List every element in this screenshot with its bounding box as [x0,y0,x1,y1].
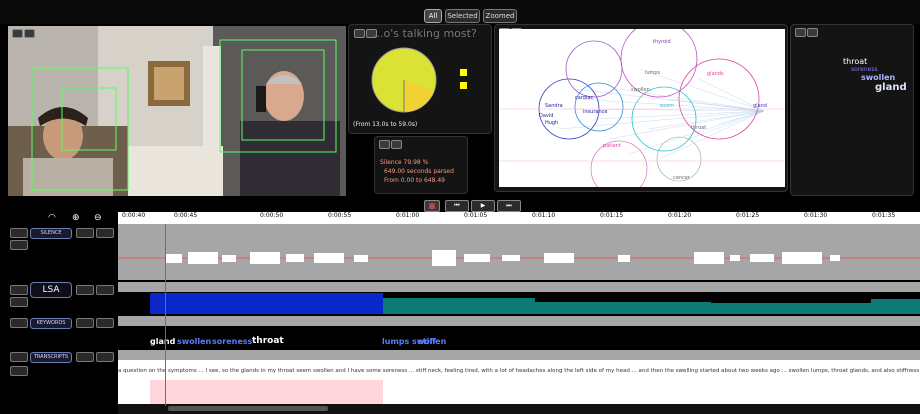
ruler-tick: 0:00:55 [328,212,352,219]
keywords-ruler [118,316,920,326]
node-thyroid: thyroid [653,39,671,45]
node-sandra: Sandra [545,103,563,109]
transcript-highlight [150,380,383,404]
ruler-tick: 0:01:20 [668,212,692,219]
lsa-collapse-icon[interactable] [10,297,28,307]
ruler-tick: 0:01:15 [600,212,624,219]
track-label-lsa[interactable]: LSA [30,282,72,298]
silence-expand-icon[interactable] [10,228,28,238]
ruler-tick: 0:01:30 [804,212,828,219]
node-patient: patient [603,143,621,149]
wordcloud-panel: throat soreness swollen gland [790,24,914,196]
kw-soreness: soreness [212,337,253,346]
cloud-word-gland: gland [875,82,907,93]
node-swollen: swollen [631,87,650,93]
track-label-silence[interactable]: SILENCE [30,228,72,239]
ruler-tick: 0:01:10 [532,212,556,219]
kw-swollen: swollen [177,337,212,346]
lsa-expand-icon[interactable] [10,285,28,295]
silence-ruler [118,224,920,234]
ruler-tick: 0:01:35 [872,212,896,219]
ruler-tick: 0:00:50 [260,212,284,219]
keywords-lock-icon[interactable] [76,318,94,328]
transcripts-eye-icon[interactable] [96,352,114,362]
node-insurance: insurance [583,109,608,115]
lsa-lock-icon[interactable] [76,285,94,295]
transcripts-lock-icon[interactable] [76,352,94,362]
reset-zoom-icon[interactable]: ◠ [48,213,56,223]
playhead[interactable] [165,224,166,406]
node-glands: glands [707,71,724,77]
keywords-eye-icon[interactable] [96,318,114,328]
transcripts-ruler [118,350,920,360]
talk-title: ...o's talking most? [373,27,477,40]
cloud-word-throat: throat [843,57,868,66]
transcripts-expand-icon[interactable] [10,352,28,362]
keywords-expand-icon[interactable] [10,318,28,328]
silence-lock-icon[interactable] [76,228,94,238]
track-label-keywords[interactable]: KEYWORDS [30,318,72,329]
node-hugh: Hugh [545,120,559,126]
kw-gland: gland [150,337,176,346]
view-selected-button[interactable]: Selected [445,9,480,23]
track-label-transcripts[interactable]: TRANSCRIPTS [30,352,72,363]
scrollbar-thumb[interactable] [168,406,328,411]
view-all-button[interactable]: All [424,9,442,23]
network-graph [499,29,785,187]
silence-collapse-icon[interactable] [10,240,28,250]
talk-pie-chart [371,47,437,113]
ruler-tick: 0:01:05 [464,212,488,219]
video-frame [8,26,346,196]
zoom-out-icon[interactable]: ⊖ [94,213,102,223]
node-cardiac: cardiac [575,95,594,101]
record-button[interactable]: ▦ [424,200,440,212]
silence-percent: Silence 79.98 % [380,159,429,166]
zoom-in-icon[interactable]: ⊕ [72,213,80,223]
silence-range: From 0.00 to 648.49 [384,177,445,184]
play-button[interactable]: ▶ [471,200,495,212]
silence-next-icon[interactable] [391,140,402,149]
ruler-tick: 0:01:25 [736,212,760,219]
silence-eye-icon[interactable] [96,228,114,238]
silence-waveform [118,234,920,280]
silence-prev-icon[interactable] [379,140,390,149]
lsa-bars [118,292,920,314]
wordcloud-prev-icon[interactable] [795,28,806,37]
kw-lumps-swollen: lumps swollen [382,337,447,346]
lsa-ruler [118,282,920,292]
kw-stiff: stiff [418,337,436,346]
view-zoomed-button[interactable]: Zoomed [483,9,517,23]
legend-swatch-a [460,69,467,76]
transcripts-collapse-icon[interactable] [10,366,28,376]
network-panel: Sandra David Hugh cardiac insurance thyr… [494,24,788,192]
wordcloud-next-icon[interactable] [807,28,818,37]
video-prev-icon[interactable] [12,29,23,38]
node-exam: exam [660,103,674,109]
node-gland: gland [753,103,767,109]
cloud-word-soreness: soreness [851,66,878,73]
video-next-icon[interactable] [24,29,35,38]
rewind-button[interactable]: ⏮ [445,200,469,212]
cloud-word-swollen: swollen [861,73,896,82]
ruler-tick: 0:00:45 [174,212,198,219]
talk-range: (From 13.0s to 59.0s) [353,121,418,128]
legend-swatch-b [460,82,467,89]
lsa-eye-icon[interactable] [96,285,114,295]
time-ruler[interactable]: 0:00:40 0:00:45 0:00:50 0:00:55 0:01:00 … [118,212,920,224]
transcript-text: a question on the symptoms ... I see, so… [118,368,920,374]
silence-panel: Silence 79.98 % 649.00 seconds parsed Fr… [374,136,468,194]
forward-button[interactable]: ⏭ [497,200,521,212]
node-throat: throat [691,125,707,131]
talking-panel: ...o's talking most? (From 13.0s to 59.0… [348,24,492,134]
node-lumps: lumps [645,70,661,76]
ruler-tick: 0:00:40 [122,212,146,219]
silence-seconds: 649.00 seconds parsed [384,168,454,175]
node-cancer: cancer [673,175,690,181]
video-panel[interactable] [8,26,346,196]
node-david: David [539,113,554,119]
talk-prev-icon[interactable] [354,29,365,38]
kw-throat: throat [252,336,284,346]
ruler-tick: 0:01:00 [396,212,420,219]
